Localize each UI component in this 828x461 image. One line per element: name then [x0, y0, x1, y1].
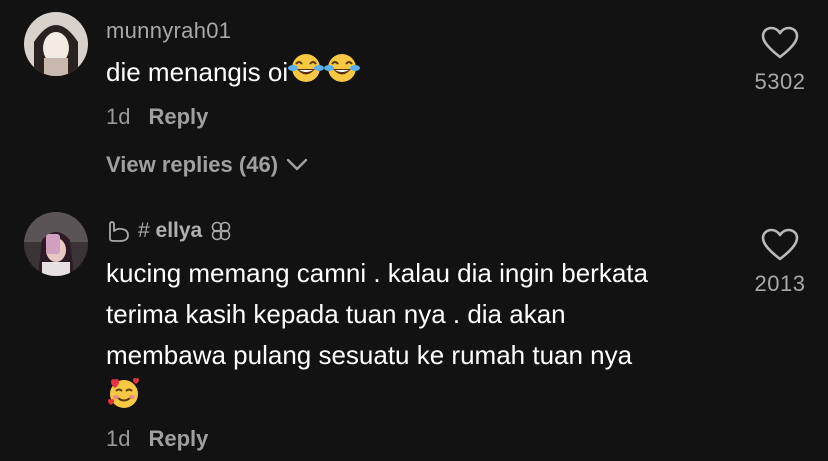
comment-time: 1d	[106, 426, 131, 451]
chevron-down-icon	[286, 158, 308, 172]
comment-text-line: kucing memang camni . kalau dia ingin be…	[106, 258, 648, 288]
like-count: 2013	[754, 271, 806, 296]
comment-text-content: die menangis oi	[106, 57, 289, 87]
like-button[interactable]: 2013	[740, 228, 820, 297]
reply-button[interactable]: Reply	[148, 104, 208, 129]
hand-pointing-icon	[106, 219, 132, 243]
view-replies-label: View replies (46)	[106, 152, 279, 177]
avatar[interactable]	[24, 212, 88, 276]
comment-time: 1d	[106, 104, 131, 129]
comment-meta: 1d Reply	[106, 426, 208, 452]
like-button[interactable]: 5302	[740, 26, 820, 95]
avatar[interactable]	[24, 12, 88, 76]
face-with-tears-of-joy-icon	[324, 52, 361, 96]
heart-icon	[761, 228, 799, 267]
comment-username[interactable]: munnyrah01	[106, 18, 231, 44]
comment-meta: 1d Reply	[106, 104, 208, 130]
smiling-face-with-hearts-icon	[106, 376, 142, 422]
face-with-tears-of-joy-icon	[288, 52, 325, 96]
reply-button[interactable]: Reply	[148, 426, 208, 451]
view-replies-button[interactable]: View replies (46)	[106, 152, 308, 178]
comment-text: kucing memang camni . kalau dia ingin be…	[106, 253, 648, 416]
like-count: 5302	[754, 69, 806, 94]
emoji-line	[106, 376, 648, 416]
comment-text-line: terima kasih kepada tuan nya . dia akan	[106, 299, 566, 329]
clover-icon	[210, 220, 232, 242]
username-text: ellya	[155, 219, 203, 242]
comments-panel: munnyrah01 die menangis oi 1d Reply View…	[0, 0, 828, 461]
heart-icon	[761, 26, 799, 65]
comment-username[interactable]: # ellya	[106, 219, 232, 243]
comment-text-line: membawa pulang sesuatu ke rumah tuan nya	[106, 340, 633, 370]
comment-text: die menangis oi	[106, 52, 361, 96]
username-prefix: #	[138, 219, 156, 242]
